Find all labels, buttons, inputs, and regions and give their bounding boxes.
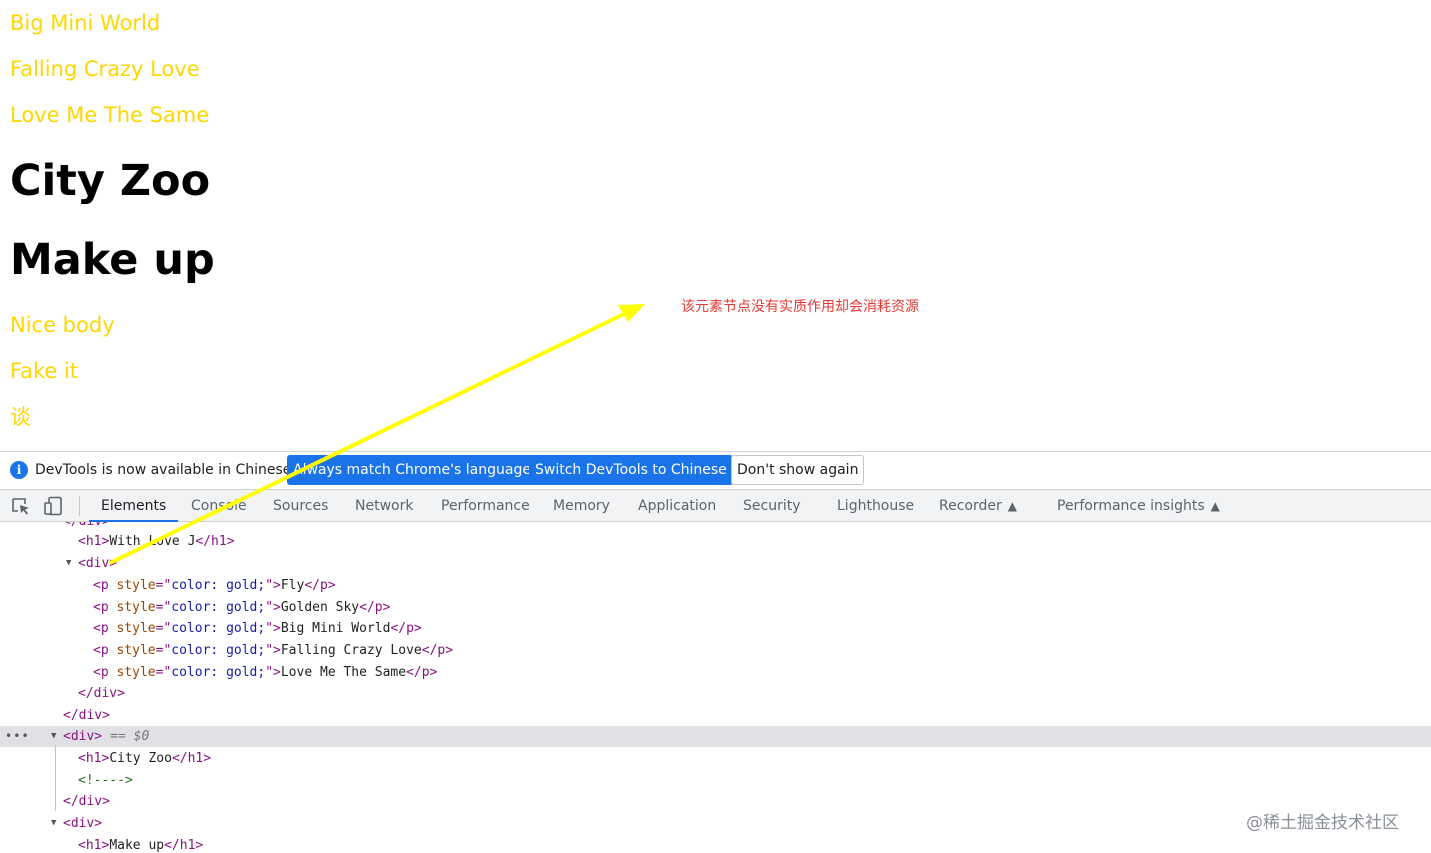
- tab-application[interactable]: Application: [638, 490, 716, 521]
- gold-paragraph: Love Me The Same: [10, 103, 210, 127]
- tab-memory[interactable]: Memory: [553, 490, 610, 521]
- gold-paragraph: Falling Crazy Love: [10, 57, 200, 81]
- dom-line[interactable]: <h1>Make up</h1>: [0, 835, 1431, 853]
- tab-performance-insights-label: Performance insights: [1057, 498, 1205, 514]
- tab-elements[interactable]: Elements: [88, 490, 179, 522]
- tab-recorder-label: Recorder: [939, 498, 1002, 514]
- infobar-message: DevTools is now available in Chinese!: [35, 462, 297, 478]
- tab-performance[interactable]: Performance: [441, 490, 530, 521]
- more-actions-icon[interactable]: •••: [5, 726, 30, 747]
- dom-line[interactable]: <p style="color: gold;">Golden Sky</p>: [0, 597, 1431, 618]
- dom-text: Falling Crazy Love: [280, 643, 422, 658]
- tab-lighthouse[interactable]: Lighthouse: [837, 490, 914, 521]
- experiment-flask-icon: ▲: [1210, 499, 1220, 513]
- dom-line[interactable]: ▼ <div>: [0, 813, 1431, 834]
- dom-line[interactable]: </div>: [0, 791, 1431, 812]
- gold-paragraph: Nice body: [10, 313, 115, 337]
- dom-line[interactable]: <h1>City Zoo</h1>: [0, 748, 1431, 769]
- gold-paragraph: Big Mini World: [10, 11, 161, 35]
- dom-text: Big Mini World: [280, 621, 391, 636]
- heading-city-zoo: City Zoo: [10, 156, 211, 206]
- dom-text: City Zoo: [109, 751, 172, 766]
- elements-dom-tree: </div> <h1>With Love J</h1> ▼<div> <p st…: [0, 522, 1431, 853]
- dom-line[interactable]: <!---->: [0, 770, 1431, 791]
- rendered-page: Big Mini World Falling Crazy Love Love M…: [0, 0, 1431, 451]
- tab-performance-insights[interactable]: Performance insights ▲: [1057, 490, 1220, 521]
- tab-console[interactable]: Console: [191, 490, 247, 521]
- tab-recorder[interactable]: Recorder ▲: [939, 490, 1017, 521]
- watermark: @稀土掘金技术社区: [1246, 813, 1399, 833]
- dom-line[interactable]: <p style="color: gold;">Fly</p>: [0, 575, 1431, 596]
- device-toolbar-icon[interactable]: [43, 496, 65, 516]
- tab-security[interactable]: Security: [743, 490, 801, 521]
- experiment-flask-icon: ▲: [1007, 499, 1017, 513]
- dom-line[interactable]: </div>: [0, 705, 1431, 726]
- dom-line[interactable]: <h1>With Love J</h1>: [0, 531, 1431, 552]
- dom-text: Fly: [280, 578, 305, 593]
- devtools-tabbar: Elements Console Sources Network Perform…: [0, 489, 1431, 522]
- info-icon: i: [10, 461, 28, 479]
- dont-show-again-button[interactable]: Don't show again: [731, 455, 865, 485]
- gold-paragraph: Fake it: [10, 359, 79, 383]
- devtools-infobar: i DevTools is now available in Chinese! …: [0, 451, 1431, 490]
- annotation-note: 该元素节点没有实质作用却会消耗资源: [681, 299, 919, 315]
- expand-triangle-icon[interactable]: ▼: [51, 813, 56, 834]
- heading-make-up: Make up: [10, 235, 215, 285]
- gold-paragraph: 谈: [10, 405, 31, 429]
- tab-network[interactable]: Network: [355, 490, 413, 521]
- match-chrome-language-button[interactable]: Always match Chrome's language: [287, 455, 537, 485]
- dom-line[interactable]: <p style="color: gold;">Love Me The Same…: [0, 662, 1431, 683]
- dom-line[interactable]: <p style="color: gold;">Big Mini World</…: [0, 618, 1431, 639]
- dom-line-selected[interactable]: ••• ▼ <div> == $0: [0, 726, 1431, 747]
- expand-triangle-icon[interactable]: ▼: [66, 553, 71, 574]
- dom-text: Make up: [109, 838, 165, 853]
- tab-sources[interactable]: Sources: [273, 490, 328, 521]
- dom-text: Love Me The Same: [280, 665, 407, 680]
- dom-line[interactable]: <p style="color: gold;">Falling Crazy Lo…: [0, 640, 1431, 661]
- selected-node-marker: == $0: [110, 729, 150, 744]
- dom-text: Golden Sky: [280, 600, 360, 615]
- toolbar-divider: [79, 496, 80, 516]
- switch-to-chinese-button[interactable]: Switch DevTools to Chinese: [529, 455, 733, 485]
- dom-comment: <!---->: [78, 773, 133, 788]
- dom-text: With Love J: [109, 534, 196, 549]
- inspect-element-icon[interactable]: [10, 496, 32, 516]
- expand-triangle-icon[interactable]: ▼: [51, 726, 56, 747]
- dom-line[interactable]: </div>: [0, 683, 1431, 704]
- dom-line[interactable]: ▼ <div>: [0, 553, 1431, 574]
